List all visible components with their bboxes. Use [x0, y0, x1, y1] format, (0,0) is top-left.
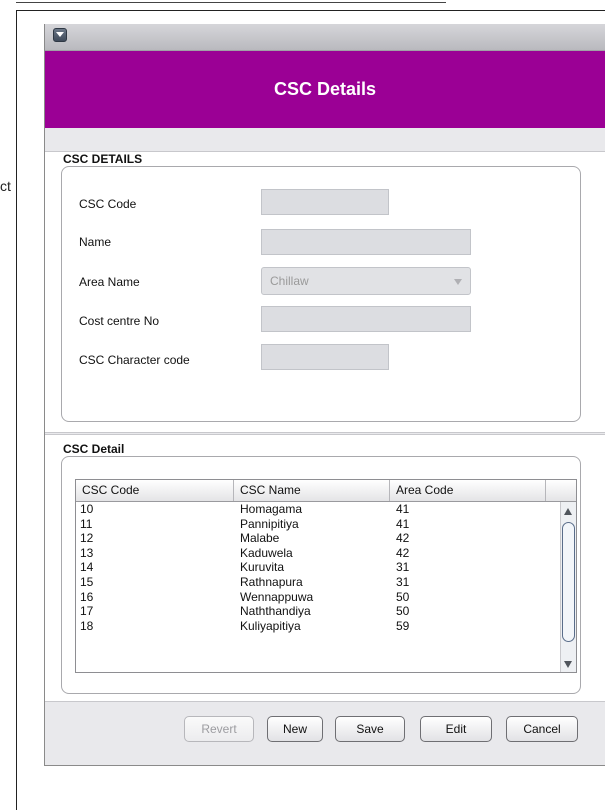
- cell-csc-name: Kuruvita: [240, 560, 285, 575]
- cell-area-code: 50: [396, 589, 410, 604]
- table-row[interactable]: 11 Pannipitiya 41: [76, 517, 560, 532]
- scroll-down-icon[interactable]: [564, 661, 572, 668]
- table-row[interactable]: 10 Homagama 41: [76, 502, 560, 517]
- window-menu-icon[interactable]: [53, 28, 67, 42]
- cell-csc-code: 17: [80, 604, 94, 619]
- table-row[interactable]: 16 Wennappuwa 50: [76, 590, 560, 605]
- cell-csc-name: Kaduwela: [240, 545, 293, 560]
- cell-csc-name: Kuliyapitiya: [240, 618, 301, 633]
- cost-centre-label: Cost centre No: [79, 314, 160, 328]
- cell-csc-code: 18: [80, 618, 94, 633]
- csc-details-window: CSC Details CSC DETAILS CSC Code Name Ar…: [44, 24, 605, 766]
- csc-code-field[interactable]: [261, 189, 389, 215]
- background-text-fragment: ct: [0, 178, 11, 194]
- table-row[interactable]: 18 Kuliyapitiya 59: [76, 619, 560, 634]
- banner-spacer: [45, 128, 605, 152]
- save-button[interactable]: Save: [335, 716, 405, 742]
- csc-table: CSC Code CSC Name Area Code 10 Homagama 41…: [75, 479, 577, 673]
- cell-csc-code: 15: [80, 574, 94, 589]
- revert-button[interactable]: Revert: [184, 716, 254, 742]
- page-title: CSC Details: [45, 51, 605, 128]
- column-header-corner: [546, 480, 576, 501]
- cancel-button[interactable]: Cancel: [506, 716, 578, 742]
- cell-csc-code: 10: [80, 502, 94, 516]
- column-header-csc-name[interactable]: CSC Name: [234, 480, 390, 501]
- table-row[interactable]: 12 Malabe 42: [76, 531, 560, 546]
- area-name-select[interactable]: Chillaw: [261, 267, 471, 295]
- cell-area-code: 41: [396, 516, 410, 531]
- window-titlebar: [45, 24, 605, 51]
- name-field[interactable]: [261, 229, 471, 255]
- cell-csc-code: 12: [80, 531, 94, 546]
- cell-csc-name: Rathnapura: [240, 574, 303, 589]
- cell-area-code: 31: [396, 574, 410, 589]
- table-body: 10 Homagama 41 11 Pannipitiya 41 12 Malabe 42 …: [76, 502, 560, 672]
- cost-centre-field[interactable]: [261, 306, 471, 332]
- cell-area-code: 42: [396, 545, 410, 560]
- cell-csc-code: 13: [80, 545, 94, 560]
- cell-csc-name: Naththandiya: [240, 604, 311, 619]
- cell-csc-name: Wennappuwa: [240, 589, 314, 604]
- details-section-title: CSC DETAILS: [63, 152, 143, 166]
- area-name-value: Chillaw: [270, 274, 309, 288]
- cell-csc-name: Homagama: [240, 502, 303, 516]
- name-label: Name: [79, 235, 112, 249]
- cell-area-code: 31: [396, 560, 410, 575]
- table-row[interactable]: 14 Kuruvita 31: [76, 560, 560, 575]
- new-button[interactable]: New: [267, 716, 323, 742]
- chevron-down-icon: [454, 279, 462, 285]
- cell-csc-code: 11: [80, 516, 93, 531]
- table-row[interactable]: 15 Rathnapura 31: [76, 575, 560, 590]
- char-code-label: CSC Character code: [79, 353, 190, 367]
- edit-button[interactable]: Edit: [420, 716, 492, 742]
- area-name-label: Area Name: [79, 275, 140, 289]
- cell-area-code: 50: [396, 604, 410, 619]
- scrollbar-thumb[interactable]: [562, 522, 575, 642]
- cell-csc-code: 16: [80, 589, 94, 604]
- table-header: CSC Code CSC Name Area Code: [76, 480, 576, 502]
- table-row[interactable]: 17 Naththandiya 50: [76, 604, 560, 619]
- table-row[interactable]: 13 Kaduwela 42: [76, 546, 560, 561]
- scroll-up-icon[interactable]: [564, 508, 572, 515]
- cell-area-code: 41: [396, 502, 410, 516]
- cell-area-code: 59: [396, 618, 410, 633]
- detail-section-title: CSC Detail: [63, 442, 125, 456]
- cell-csc-name: Pannipitiya: [240, 516, 299, 531]
- cell-csc-code: 14: [80, 560, 94, 575]
- column-header-area-code[interactable]: Area Code: [390, 480, 546, 501]
- column-header-csc-code[interactable]: CSC Code: [76, 480, 234, 501]
- csc-code-label: CSC Code: [79, 197, 137, 211]
- table-scrollbar[interactable]: [560, 502, 576, 672]
- cell-csc-name: Malabe: [240, 531, 280, 546]
- cell-area-code: 42: [396, 531, 410, 546]
- char-code-field[interactable]: [261, 344, 389, 370]
- background-line: [16, 2, 446, 3]
